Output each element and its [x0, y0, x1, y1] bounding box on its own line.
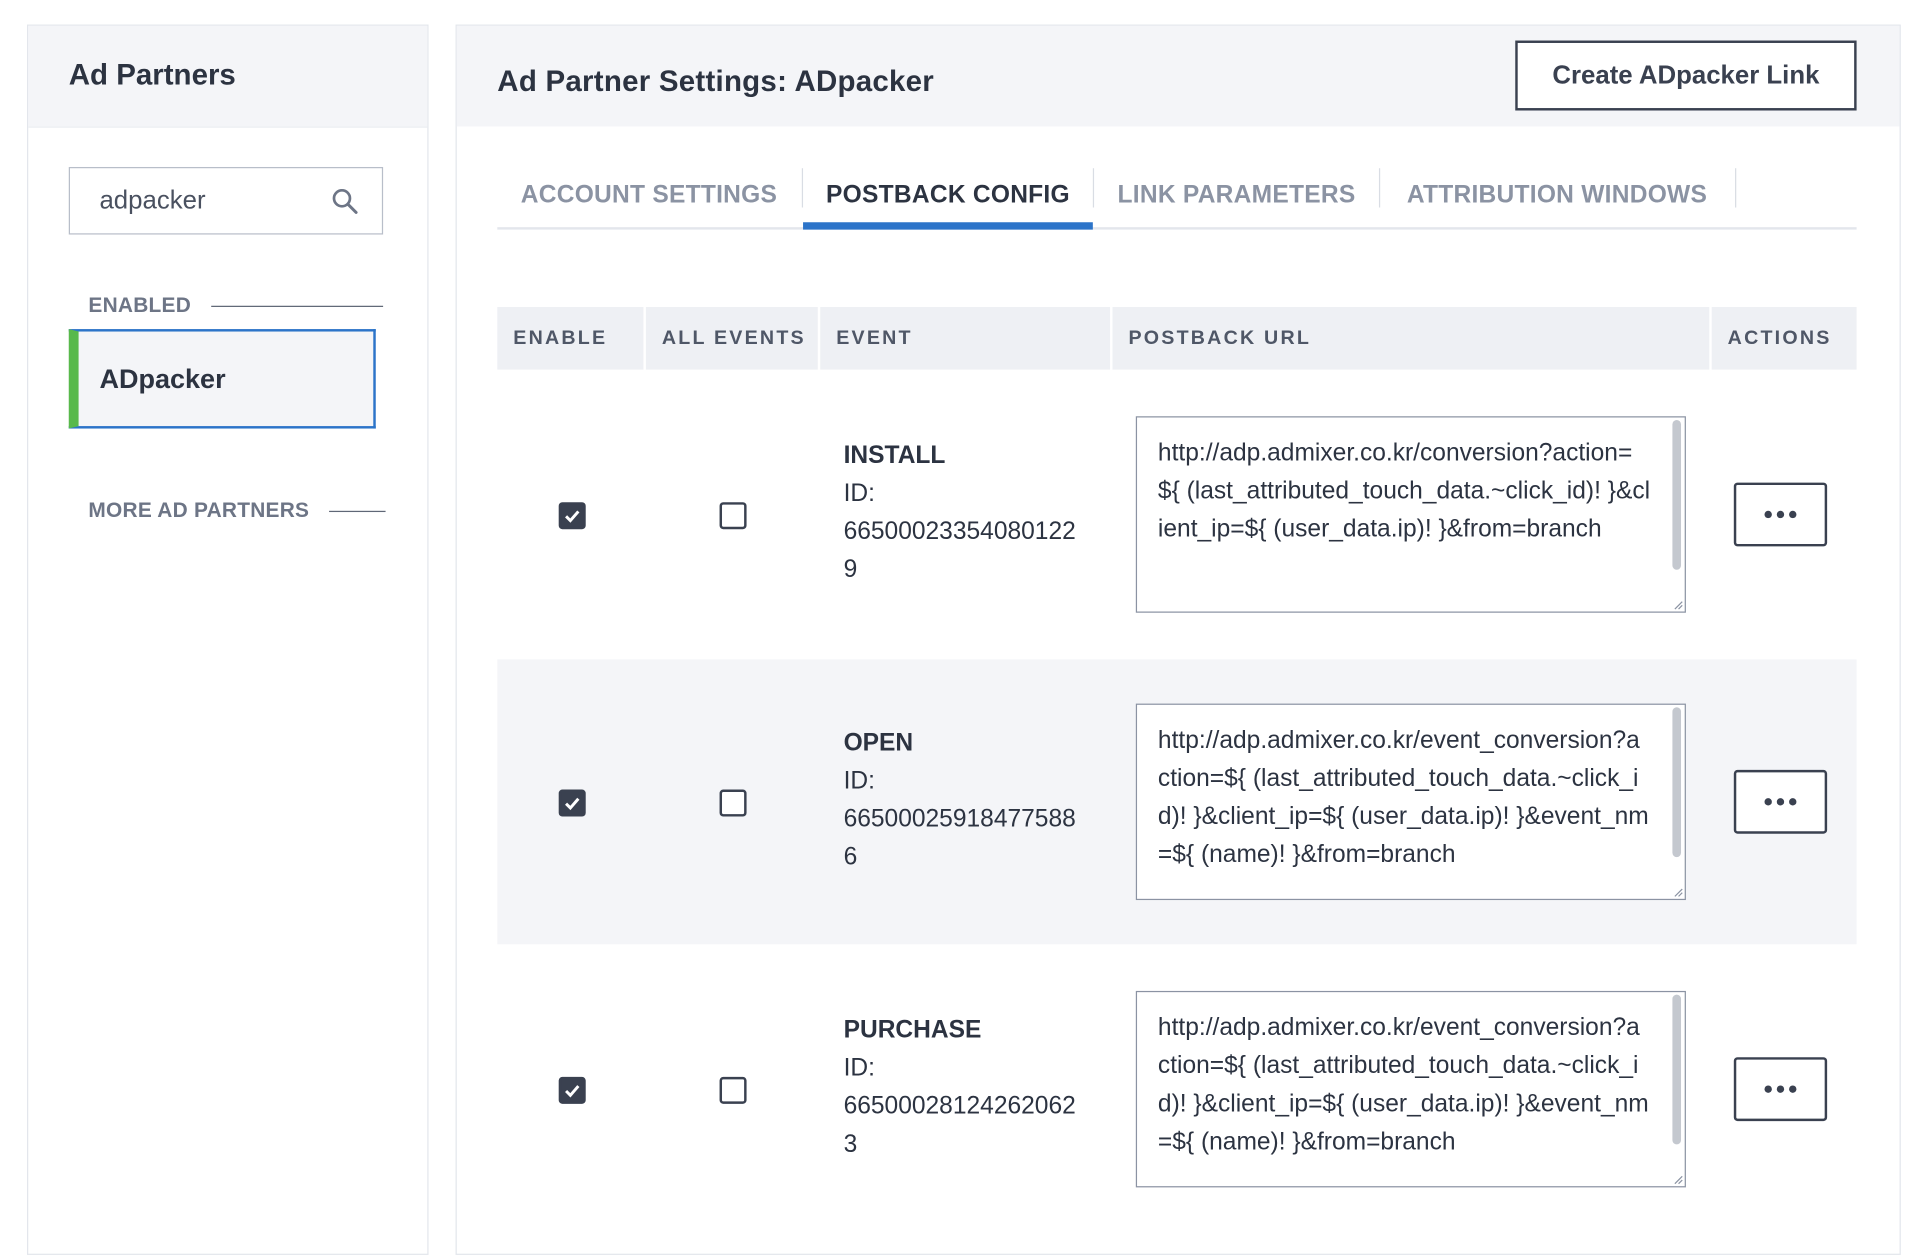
resize-handle-icon[interactable] [1674, 600, 1684, 610]
ad-partners-sidebar: Ad Partners ENABLED ADpacker MORE AD PAR… [27, 24, 429, 1255]
app-canvas: Ad Partners ENABLED ADpacker MORE AD PAR… [0, 0, 1918, 1255]
tab-link-parameters[interactable]: LINK PARAMETERS [1094, 163, 1379, 227]
checkmark-icon [565, 1085, 580, 1098]
scrollbar[interactable] [1672, 419, 1682, 570]
event-name: PURCHASE [843, 1016, 982, 1044]
event-id-label: ID: [843, 1054, 875, 1082]
tab-postback-config[interactable]: POSTBACK CONFIG [803, 163, 1093, 230]
scrollbar[interactable] [1672, 994, 1682, 1145]
col-header-actions: ACTIONS [1711, 306, 1857, 370]
all-events-checkbox[interactable] [719, 502, 747, 530]
col-header-enable: ENABLE [497, 306, 644, 370]
enabled-section-label: ENABLED [88, 293, 383, 318]
checkmark-icon [565, 797, 580, 811]
col-header-all-events: ALL EVENTS [645, 306, 818, 370]
event-id-label: ID: [843, 767, 875, 795]
postback-url-text: http://adp.admixer.co.kr/conversion?acti… [1157, 439, 1651, 543]
more-partners-section-label[interactable]: MORE AD PARTNERS [88, 499, 386, 524]
scrollbar[interactable] [1672, 707, 1682, 858]
postback-url-text: http://adp.admixer.co.kr/event_conversio… [1157, 726, 1649, 869]
event-info: PURCHASE ID: 66500028124262062 3 [844, 1012, 1076, 1164]
sidebar-item-adpacker[interactable]: ADpacker [68, 329, 376, 429]
event-id-label: ID: [843, 480, 875, 508]
col-header-postback-url: POSTBACK URL [1112, 306, 1710, 370]
event-info: OPEN ID: 66500025918477588 6 [844, 724, 1076, 876]
event-name: OPEN [843, 729, 914, 757]
enable-checkbox[interactable] [558, 789, 586, 817]
postback-table-header: ENABLE ALL EVENTS EVENT POSTBACK URL ACT… [497, 306, 1857, 370]
more-partners-label-text[interactable]: MORE AD PARTNERS [88, 499, 309, 524]
all-events-checkbox[interactable] [719, 1076, 747, 1104]
postback-url-text: http://adp.admixer.co.kr/event_conversio… [1157, 1014, 1649, 1156]
all-events-checkbox[interactable] [719, 789, 747, 817]
tab-attribution-windows[interactable]: ATTRIBUTION WINDOWS [1380, 163, 1734, 227]
row-actions-button[interactable] [1733, 482, 1828, 547]
more-options-icon [1764, 510, 1797, 519]
event-info: INSTALL ID: 66500023354080122 9 [844, 437, 1076, 589]
tab-account-settings[interactable]: ACCOUNT SETTINGS [497, 163, 800, 227]
event-id-value-cont: 3 [843, 1130, 858, 1158]
more-options-icon [1764, 798, 1797, 806]
sidebar-title: Ad Partners [28, 25, 428, 128]
panel-header: Ad Partner Settings: ADpacker Create ADp… [456, 25, 1900, 127]
partner-settings-panel: Ad Partner Settings: ADpacker Create ADp… [455, 24, 1901, 1255]
resize-handle-icon[interactable] [1674, 888, 1684, 898]
table-row-open: OPEN ID: 66500025918477588 6 http://adp.… [497, 659, 1857, 945]
event-name: INSTALL [843, 442, 946, 470]
divider [210, 305, 383, 307]
event-id-value: 66500025918477588 [843, 805, 1076, 833]
col-header-event: EVENT [820, 306, 1111, 370]
event-id-value-cont: 9 [843, 556, 858, 584]
row-actions-button[interactable] [1733, 769, 1828, 834]
postback-url-field[interactable]: http://adp.admixer.co.kr/event_conversio… [1135, 703, 1686, 901]
postback-url-field[interactable]: http://adp.admixer.co.kr/event_conversio… [1135, 990, 1686, 1188]
more-options-icon [1764, 1085, 1797, 1093]
checkmark-icon [565, 510, 580, 523]
postback-url-field[interactable]: http://adp.admixer.co.kr/conversion?acti… [1135, 416, 1686, 613]
settings-tabs: ACCOUNT SETTINGS POSTBACK CONFIG LINK PA… [497, 163, 1857, 230]
event-id-value: 66500028124262062 [843, 1092, 1076, 1120]
resize-handle-icon[interactable] [1674, 1175, 1684, 1185]
row-actions-button[interactable] [1733, 1057, 1828, 1122]
create-link-button[interactable]: Create ADpacker Link [1515, 40, 1857, 111]
tab-separator [1735, 168, 1737, 208]
partner-search-input[interactable] [69, 184, 323, 217]
partner-search-box[interactable] [68, 166, 384, 235]
event-id-value-cont: 6 [843, 843, 858, 871]
enabled-label-text: ENABLED [88, 293, 192, 317]
divider [328, 510, 386, 512]
enable-checkbox[interactable] [558, 502, 586, 530]
page-title: Ad Partner Settings: ADpacker [497, 65, 935, 99]
table-row-purchase: PURCHASE ID: 66500028124262062 3 http://… [497, 947, 1856, 1232]
enable-checkbox[interactable] [558, 1076, 586, 1104]
table-row-install: INSTALL ID: 66500023354080122 9 http://a… [497, 372, 1856, 657]
event-id-value: 66500023354080122 [843, 518, 1076, 546]
search-icon[interactable] [330, 187, 359, 216]
